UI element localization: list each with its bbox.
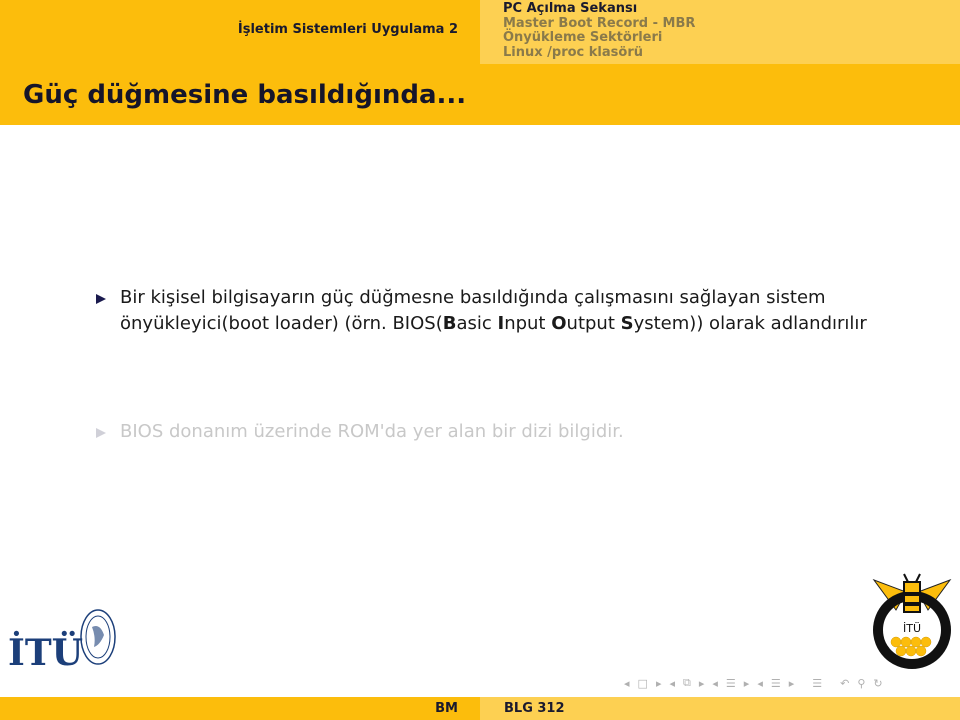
bullet-triangle-icon	[96, 294, 106, 304]
nav-doc-prev-icon[interactable]: ◂	[757, 677, 763, 690]
footer-left: BM	[0, 697, 480, 720]
nav-subsection-next-icon[interactable]: ▸	[699, 677, 705, 690]
nav-frame-next-icon[interactable]: ▸	[656, 677, 662, 690]
nav-forward-icon[interactable]: ↻	[873, 677, 882, 690]
nav-back-icon[interactable]: ↶	[840, 677, 849, 690]
footer-right: BLG 312	[480, 697, 960, 720]
itu-logo-text: İTÜ	[8, 631, 83, 670]
list-item: Bir kişisel bilgisayarın güç düğmesne ba…	[96, 285, 876, 337]
footer-bar: BM BLG 312	[0, 697, 960, 720]
nav-section-mbr[interactable]: Master Boot Record - MBR	[503, 16, 695, 32]
footer-course: BLG 312	[504, 701, 565, 716]
nav-subsection-icon[interactable]: ⧉	[683, 676, 691, 690]
nav-section-pc-boot[interactable]: PC Açılma Sekansı	[503, 1, 695, 17]
itu-logo: İTÜ	[8, 605, 118, 674]
short-title[interactable]: İşletim Sistemleri Uygulama 2	[238, 22, 458, 37]
nav-subsection-prev-icon[interactable]: ◂	[669, 677, 675, 690]
nav-frame-prev-icon[interactable]: ◂	[624, 677, 630, 690]
footer-author: BM	[435, 701, 458, 716]
nav-search-icon[interactable]: ⚲	[857, 677, 865, 690]
nav-section-boot-sectors[interactable]: Önyükleme Sektörleri	[503, 30, 695, 46]
nav-section-next-icon[interactable]: ▸	[744, 677, 750, 690]
beamer-navigation-bar: ◂ □ ▸ ◂ ⧉ ▸ ◂ ☰ ▸ ◂ ☰ ▸ ☰ ↶ ⚲ ↻	[620, 676, 887, 690]
nav-doc-icon[interactable]: ☰	[771, 677, 781, 690]
nav-toc-icon[interactable]: ☰	[812, 677, 822, 690]
svg-text:İTÜ: İTÜ	[903, 622, 921, 635]
slide-content: Bir kişisel bilgisayarın güç düğmesne ba…	[96, 285, 876, 445]
nav-doc-next-icon[interactable]: ▸	[789, 677, 795, 690]
faculty-logo: İTÜ	[866, 570, 958, 670]
nav-section-icon[interactable]: ☰	[726, 677, 736, 690]
bee-icon	[903, 581, 921, 613]
nav-section-linux-proc[interactable]: Linux /proc klasörü	[503, 45, 695, 61]
section-navigation: PC Açılma Sekansı Master Boot Record - M…	[480, 0, 960, 64]
bullet-triangle-icon	[96, 428, 106, 438]
frame-title: Güç düğmesine basıldığında...	[23, 80, 467, 110]
nav-section-prev-icon[interactable]: ◂	[712, 677, 718, 690]
nav-frame-icon[interactable]: □	[638, 677, 648, 690]
list-item-faded: BIOS donanım üzerinde ROM'da yer alan bi…	[96, 419, 876, 445]
header-bar: İşletim Sistemleri Uygulama 2 PC Açılma …	[0, 0, 960, 125]
